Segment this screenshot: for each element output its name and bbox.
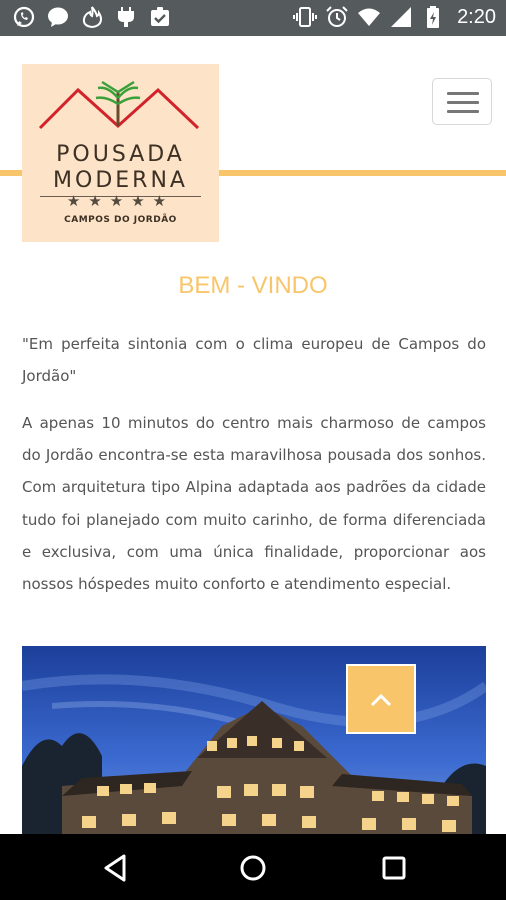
intro-quote: "Em perfeita sintonia com o clima europe…	[22, 335, 486, 385]
home-circle-icon[interactable]	[237, 852, 269, 884]
system-navigation-bar	[0, 834, 506, 900]
site-logo[interactable]: POUSADA MODERNA ★★★★★ CAMPOS DO JORDÃO	[22, 64, 219, 242]
clipboard-check-icon	[151, 7, 169, 26]
intro-paragraph: A apenas 10 minutos do centro mais charm…	[22, 414, 486, 594]
android-debug-icon	[118, 7, 134, 27]
logo-line-pousada: POUSADA	[56, 142, 185, 167]
scroll-to-top-button[interactable]	[346, 664, 416, 734]
vibrate-icon	[293, 7, 318, 27]
logo-location: CAMPOS DO JORDÃO	[64, 215, 177, 225]
hotel-photo	[22, 646, 486, 834]
chevron-up-icon	[370, 693, 392, 707]
signal-icon	[391, 7, 412, 27]
whatsapp-icon	[13, 6, 35, 28]
messenger-icon	[48, 7, 68, 27]
alarm-icon	[326, 6, 348, 27]
recents-square-icon[interactable]	[378, 852, 410, 884]
hamburger-menu-icon	[447, 92, 479, 95]
logo-stars: ★★★★★	[66, 192, 175, 210]
wifi-icon	[358, 8, 381, 26]
web-page: POUSADA MODERNA ★★★★★ CAMPOS DO JORDÃO B…	[0, 36, 506, 834]
logo-roof-icon	[38, 80, 200, 130]
welcome-heading: BEM - VINDO	[178, 272, 328, 299]
logo-line-moderna: MODERNA	[53, 168, 188, 193]
status-bar: 2:20	[0, 0, 506, 36]
system-icons: 2:20	[293, 5, 496, 29]
site-header: POUSADA MODERNA ★★★★★ CAMPOS DO JORDÃO	[0, 36, 506, 246]
notification-icons	[12, 5, 172, 29]
tinder-icon	[82, 6, 103, 29]
battery-icon	[427, 6, 440, 28]
back-triangle-icon[interactable]	[100, 852, 132, 884]
clock-time: 2:20	[457, 5, 496, 28]
menu-toggle-button[interactable]	[432, 78, 492, 125]
